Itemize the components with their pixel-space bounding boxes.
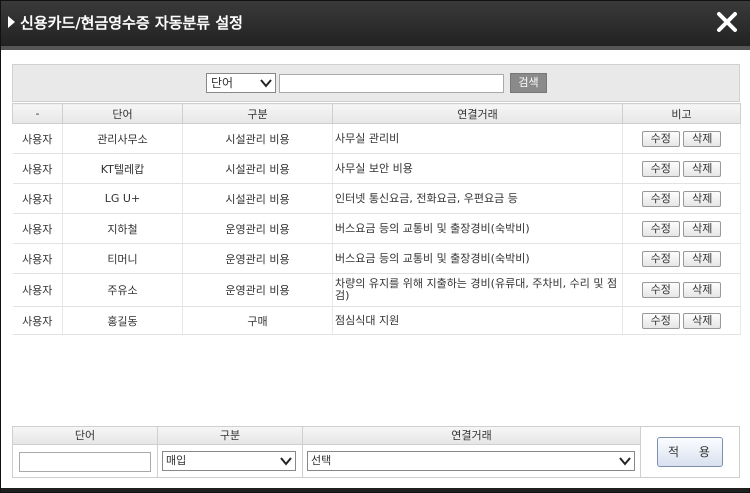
row-actions: 수정 삭제 (622, 306, 741, 335)
table-row: 사용자 지하철 운영관리 비용 버스요금 등의 교통비 및 출장경비(숙박비) … (12, 213, 741, 244)
link-select[interactable]: 선택 (307, 451, 635, 471)
row-category: 시설관리 비용 (182, 123, 333, 154)
chevron-down-icon (260, 79, 272, 88)
table-header-row: - 단어 구분 연결거래 비고 (12, 103, 741, 124)
edit-button[interactable]: 수정 (641, 312, 680, 329)
dialog-title: 신용카드/현금영수증 자동분류 설정 (20, 14, 243, 32)
delete-button[interactable]: 삭제 (683, 250, 722, 267)
form-word-label: 단어 (13, 427, 158, 445)
row-word: KT텔레캅 (62, 153, 183, 184)
search-field-select[interactable]: 단어 (206, 73, 276, 93)
form-link-label: 연결거래 (303, 427, 641, 445)
header-note: 비고 (622, 103, 741, 124)
triangle-right-icon (8, 16, 15, 28)
form-link-cell: 선택 (303, 445, 641, 477)
row-word: 주유소 (62, 273, 183, 307)
table-row: 사용자 관리사무소 시설관리 비용 사무실 관리비 수정 삭제 (12, 123, 741, 154)
table-row: 사용자 KT텔레캅 시설관리 비용 사무실 보안 비용 수정 삭제 (12, 153, 741, 184)
form-word-cell (13, 445, 158, 477)
row-word: 관리사무소 (62, 123, 183, 154)
delete-button[interactable]: 삭제 (683, 160, 722, 177)
edit-button[interactable]: 수정 (641, 220, 680, 237)
edit-button[interactable]: 수정 (641, 250, 680, 267)
search-button[interactable]: 검색 (510, 73, 547, 93)
row-type: 사용자 (12, 273, 63, 307)
word-input[interactable] (19, 452, 151, 472)
row-link: 사무실 보안 비용 (332, 153, 623, 184)
delete-button[interactable]: 삭제 (683, 130, 722, 147)
row-link: 사무실 관리비 (332, 123, 623, 154)
form-category-label: 구분 (158, 427, 303, 445)
edit-button[interactable]: 수정 (641, 190, 680, 207)
row-type: 사용자 (12, 243, 63, 274)
row-category: 운영관리 비용 (182, 213, 333, 244)
table-row: 사용자 홍길동 구매 점심식대 지원 수정 삭제 (12, 306, 741, 335)
link-select-value: 선택 (311, 454, 332, 467)
chevron-down-icon (619, 457, 631, 466)
row-word: 홍길동 (62, 306, 183, 335)
row-word: LG U+ (62, 183, 183, 214)
row-actions: 수정 삭제 (622, 273, 741, 307)
row-type: 사용자 (12, 306, 63, 335)
row-word: 지하철 (62, 213, 183, 244)
table-row: 사용자 티머니 운영관리 비용 버스요금 등의 교통비 및 출장경비(숙박비) … (12, 243, 741, 274)
row-actions: 수정 삭제 (622, 243, 741, 274)
category-select[interactable]: 매입 (162, 451, 296, 471)
category-select-value: 매입 (166, 454, 187, 467)
row-link: 점심식대 지원 (332, 306, 623, 335)
row-type: 사용자 (12, 153, 63, 184)
row-link: 버스요금 등의 교통비 및 출장경비(숙박비) (332, 243, 623, 274)
dialog-body: 단어 검색 - 단어 구분 연결거래 비고 사용자 관리사무소 시설관리 비용 … (1, 46, 750, 488)
header-category: 구분 (182, 103, 333, 124)
row-category: 시설관리 비용 (182, 183, 333, 214)
classification-table: - 단어 구분 연결거래 비고 사용자 관리사무소 시설관리 비용 사무실 관리… (12, 103, 741, 335)
row-word: 티머니 (62, 243, 183, 274)
edit-button[interactable]: 수정 (641, 282, 680, 298)
title-bar: 신용카드/현금영수증 자동분류 설정 (1, 1, 750, 46)
row-category: 시설관리 비용 (182, 153, 333, 184)
search-input[interactable] (279, 74, 504, 93)
search-field-select-value: 단어 (211, 76, 234, 90)
apply-button[interactable]: 적 용 (657, 437, 723, 467)
row-category: 구매 (182, 306, 333, 335)
row-type: 사용자 (12, 123, 63, 154)
search-bar: 단어 검색 (12, 64, 740, 102)
row-type: 사용자 (12, 183, 63, 214)
form-category-cell: 매입 (158, 445, 303, 477)
dialog-window: 신용카드/현금영수증 자동분류 설정 단어 검색 - 단어 구분 연결거래 비고… (0, 0, 750, 493)
row-link: 버스요금 등의 교통비 및 출장경비(숙박비) (332, 213, 623, 244)
close-icon[interactable] (715, 10, 739, 34)
header-type: - (12, 103, 63, 124)
row-actions: 수정 삭제 (622, 153, 741, 184)
table-row: 사용자 주유소 운영관리 비용 차량의 유지를 위해 지출하는 경비(유류대, … (12, 273, 741, 307)
add-rule-form: 단어 구분 연결거래 매입 선택 적 용 (12, 426, 740, 478)
header-word: 단어 (62, 103, 183, 124)
delete-button[interactable]: 삭제 (683, 282, 722, 298)
row-actions: 수정 삭제 (622, 123, 741, 154)
row-link: 차량의 유지를 위해 지출하는 경비(유류대, 주차비, 수리 및 점검) (332, 273, 623, 307)
row-link: 인터넷 통신요금, 전화요금, 우편요금 등 (332, 183, 623, 214)
header-link: 연결거래 (332, 103, 623, 124)
delete-button[interactable]: 삭제 (683, 220, 722, 237)
edit-button[interactable]: 수정 (641, 160, 680, 177)
delete-button[interactable]: 삭제 (683, 312, 722, 329)
table-row: 사용자 LG U+ 시설관리 비용 인터넷 통신요금, 전화요금, 우편요금 등… (12, 183, 741, 214)
chevron-down-icon (280, 457, 292, 466)
row-actions: 수정 삭제 (622, 183, 741, 214)
delete-button[interactable]: 삭제 (683, 190, 722, 207)
row-type: 사용자 (12, 213, 63, 244)
edit-button[interactable]: 수정 (641, 130, 680, 147)
row-category: 운영관리 비용 (182, 243, 333, 274)
row-category: 운영관리 비용 (182, 273, 333, 307)
row-actions: 수정 삭제 (622, 213, 741, 244)
